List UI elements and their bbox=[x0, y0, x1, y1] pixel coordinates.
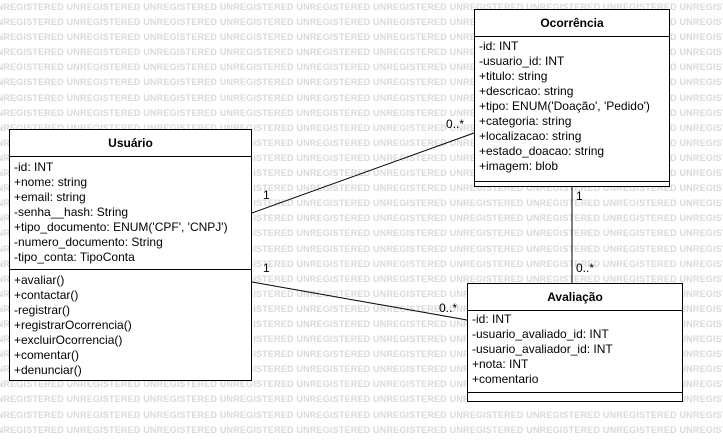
multiplicity-ocorrencia-avaliacao-target: 0..* bbox=[576, 261, 595, 275]
operation-row: +avaliar() bbox=[14, 273, 65, 287]
class-usuario-title: Usuário bbox=[10, 130, 251, 157]
association-usuario-avaliacao[interactable] bbox=[251, 281, 468, 321]
association-usuario-ocorrencia[interactable] bbox=[251, 132, 475, 214]
class-ocorrencia-operations bbox=[475, 182, 669, 187]
attribute-row: -tipo_conta: TipoConta bbox=[14, 250, 135, 264]
attribute-row: -usuario_id: INT bbox=[479, 54, 565, 68]
class-usuario-operations: +avaliar() +contactar() -registrar() +re… bbox=[10, 270, 251, 381]
attribute-row: +titulo: string bbox=[479, 69, 548, 83]
class-avaliacao-attributes: -id: INT -usuario_avaliado_id: INT -usua… bbox=[468, 311, 682, 393]
class-usuario[interactable]: Usuário -id: INT +nome: string +email: s… bbox=[9, 129, 252, 381]
operation-row: +registrarOcorrencia() bbox=[14, 318, 132, 332]
attribute-row: +categoria: string bbox=[479, 114, 572, 128]
attribute-row: -usuario_avaliado_id: INT bbox=[472, 327, 609, 341]
class-avaliacao-title: Avaliação bbox=[468, 284, 682, 311]
attribute-row: +localizacao: string bbox=[479, 129, 582, 143]
multiplicity-usuario-avaliacao-source: 1 bbox=[263, 261, 270, 275]
class-usuario-attributes: -id: INT +nome: string +email: string -s… bbox=[10, 157, 251, 270]
attribute-row: +nome: string bbox=[14, 175, 88, 189]
attribute-row: +comentario bbox=[472, 372, 539, 386]
attribute-row: -usuario_avaliador_id: INT bbox=[472, 342, 613, 356]
attribute-row: +nota: INT bbox=[472, 357, 529, 371]
attribute-row: +tipo: ENUM('Doação', 'Pedido') bbox=[479, 99, 650, 113]
attribute-row: +estado_doacao: string bbox=[479, 144, 605, 158]
class-ocorrencia-title: Ocorrência bbox=[475, 10, 669, 37]
multiplicity-usuario-ocorrencia-target: 0..* bbox=[446, 117, 465, 131]
operation-row: +contactar() bbox=[14, 288, 79, 302]
attribute-row: -id: INT bbox=[472, 312, 512, 326]
attribute-row: -id: INT bbox=[479, 39, 519, 53]
attribute-row: +imagem: blob bbox=[479, 159, 559, 173]
operation-row: +comentar() bbox=[14, 348, 80, 362]
class-avaliacao-operations bbox=[468, 393, 682, 398]
attribute-row: -senha__hash: String bbox=[14, 205, 129, 219]
operation-row: -registrar() bbox=[14, 303, 70, 317]
multiplicity-usuario-avaliacao-target: 0..* bbox=[439, 301, 458, 315]
class-ocorrencia[interactable]: Ocorrência -id: INT -usuario_id: INT +ti… bbox=[474, 9, 670, 187]
attribute-row: +email: string bbox=[14, 190, 86, 204]
multiplicity-usuario-ocorrencia-source: 1 bbox=[263, 188, 270, 202]
class-avaliacao[interactable]: Avaliação -id: INT -usuario_avaliado_id:… bbox=[467, 283, 683, 402]
attribute-row: +tipo_documento: ENUM('CPF', 'CNPJ') bbox=[14, 220, 228, 234]
operation-row: +denunciar() bbox=[14, 363, 82, 377]
multiplicity-ocorrencia-avaliacao-source: 1 bbox=[576, 189, 583, 203]
attribute-row: +descricao: string bbox=[479, 84, 574, 98]
operation-row: +excluirOcorrencia() bbox=[14, 333, 123, 347]
attribute-row: -id: INT bbox=[14, 160, 54, 174]
class-ocorrencia-attributes: -id: INT -usuario_id: INT +titulo: strin… bbox=[475, 37, 669, 182]
attribute-row: -numero_documento: String bbox=[14, 235, 163, 249]
